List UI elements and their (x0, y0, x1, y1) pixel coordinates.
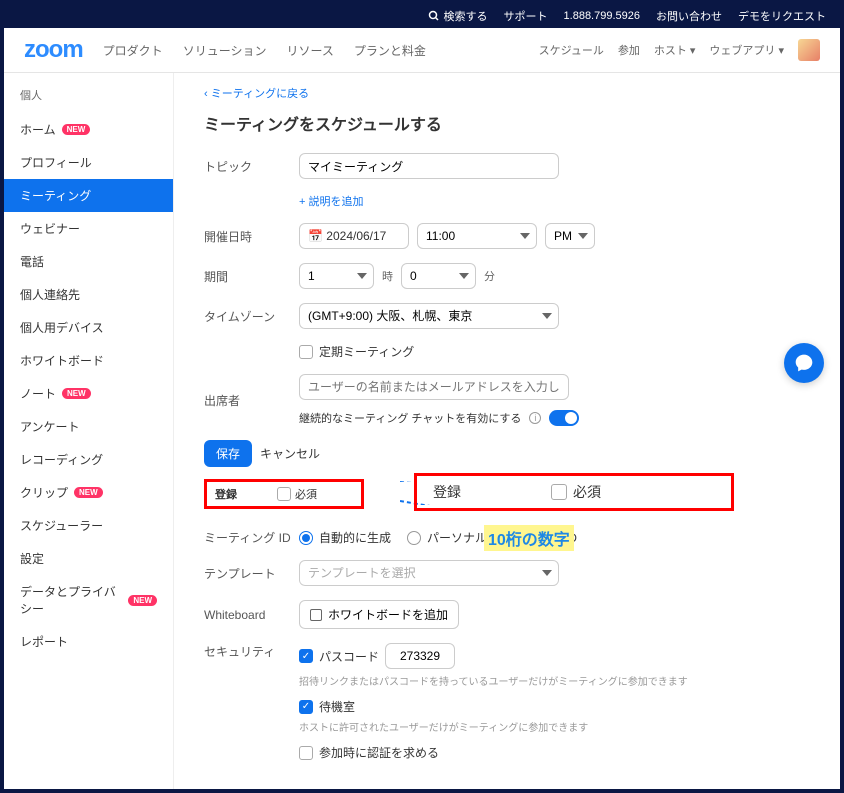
nav-solution[interactable]: ソリューション (183, 42, 267, 59)
nav-schedule[interactable]: スケジュール (539, 42, 604, 58)
nav-resource[interactable]: リソース (286, 42, 333, 59)
registration-box-large: 登録 必須 (414, 473, 734, 511)
whiteboard-icon (310, 609, 322, 621)
registration-box-small: 登録 必須 (204, 479, 364, 509)
nav-webapp[interactable]: ウェブアプリ ▾ (709, 42, 784, 58)
topic-input[interactable] (299, 153, 559, 179)
when-label: 開催日時 (204, 228, 299, 245)
annotation-digits: 10桁の数字 (484, 525, 574, 551)
meetingid-auto-radio[interactable] (299, 531, 313, 545)
passcode-input[interactable] (385, 643, 455, 669)
topbar-search-label: 検索する (444, 8, 488, 24)
topbar: 検索する サポート 1.888.799.5926 お問い合わせ デモをリクエスト (4, 4, 840, 28)
register-required-checkbox-large[interactable] (551, 484, 567, 500)
new-badge: NEW (62, 388, 91, 399)
calendar-icon: 📅 (308, 229, 323, 243)
sidebar-item-9[interactable]: アンケート (4, 410, 173, 443)
topbar-phone: 1.888.799.5926 (564, 10, 640, 22)
sidebar-item-0[interactable]: ホームNEW (4, 113, 173, 146)
sidebar-item-8[interactable]: ノートNEW (4, 377, 173, 410)
sidebar-item-13[interactable]: 設定 (4, 542, 173, 575)
sidebar-item-11[interactable]: クリップNEW (4, 476, 173, 509)
passcode-checkbox[interactable] (299, 649, 313, 663)
template-select[interactable]: テンプレートを選択 (299, 560, 559, 586)
chat-label: 継続的なミーティング チャットを有効にする (299, 410, 521, 426)
sidebar-item-6[interactable]: 個人用デバイス (4, 311, 173, 344)
new-badge: NEW (128, 595, 157, 606)
recurring-checkbox[interactable] (299, 345, 313, 359)
new-badge: NEW (74, 487, 103, 498)
nav-plan[interactable]: プランと料金 (354, 42, 426, 59)
nav-host[interactable]: ホスト ▾ (654, 42, 696, 58)
whiteboard-label: Whiteboard (204, 608, 299, 622)
attendees-input[interactable] (299, 374, 569, 400)
timezone-select[interactable]: (GMT+9:00) 大阪、札幌、東京 (299, 303, 559, 329)
main-content: ‹ ミーティングに戻る ミーティングをスケジュールする トピック + 説明を追加… (174, 73, 840, 789)
sidebar-item-4[interactable]: 電話 (4, 245, 173, 278)
time-select[interactable]: 11:00 (417, 223, 537, 249)
sidebar-item-10[interactable]: レコーディング (4, 443, 173, 476)
register-label-large: 登録 (433, 482, 461, 502)
sidebar: 個人 ホームNEWプロフィールミーティングウェビナー電話個人連絡先個人用デバイス… (4, 73, 174, 789)
sidebar-item-15[interactable]: レポート (4, 625, 173, 658)
duration-hours[interactable]: 1 (299, 263, 374, 289)
sidebar-section: 個人 (4, 83, 173, 107)
sidebar-item-1[interactable]: プロフィール (4, 146, 173, 179)
attendees-label: 出席者 (204, 392, 299, 409)
registration-highlight: 登録 必須 登録 必須 (204, 479, 810, 517)
duration-minutes[interactable]: 0 (401, 263, 476, 289)
help-chat-button[interactable] (784, 343, 824, 383)
meetingid-label: ミーティング ID (204, 529, 299, 546)
info-icon[interactable]: i (529, 412, 541, 424)
register-label-small: 登録 (215, 486, 237, 502)
sidebar-item-7[interactable]: ホワイトボード (4, 344, 173, 377)
cancel-button-top[interactable]: キャンセル (260, 445, 320, 462)
back-link[interactable]: ‹ ミーティングに戻る (204, 85, 810, 101)
topic-label: トピック (204, 158, 299, 175)
auth-checkbox[interactable] (299, 746, 313, 760)
topbar-search[interactable]: 検索する (428, 8, 488, 24)
duration-label: 期間 (204, 268, 299, 285)
topbar-support[interactable]: サポート (504, 8, 548, 24)
logo[interactable]: zoom (24, 36, 83, 64)
sidebar-item-14[interactable]: データとプライバシーNEW (4, 575, 173, 625)
passcode-help: 招待リンクまたはパスコードを持っているユーザーだけがミーティングに参加できます (299, 673, 810, 688)
nav-join[interactable]: 参加 (618, 42, 640, 58)
sidebar-item-5[interactable]: 個人連絡先 (4, 278, 173, 311)
topbar-contact[interactable]: お問い合わせ (656, 8, 722, 24)
meetingid-personal-radio[interactable] (407, 531, 421, 545)
nav-product[interactable]: プロダクト (103, 42, 163, 59)
search-icon (428, 10, 440, 22)
waitingroom-help: ホストに許可されたユーザーだけがミーティングに参加できます (299, 719, 810, 734)
template-label: テンプレート (204, 565, 299, 582)
add-whiteboard-button[interactable]: ホワイトボードを追加 (299, 600, 459, 629)
sidebar-item-3[interactable]: ウェビナー (4, 212, 173, 245)
chat-toggle[interactable] (549, 410, 579, 426)
add-description-link[interactable]: + 説明を追加 (299, 196, 363, 208)
video-label: ビデオ (204, 787, 299, 789)
video-host-label: ホスト (299, 788, 379, 790)
ampm-select[interactable]: PM (545, 223, 595, 249)
header: zoom プロダクト ソリューション リソース プランと料金 スケジュール 参加… (4, 28, 840, 73)
date-input[interactable]: 📅 2024/06/17 (299, 223, 409, 249)
avatar[interactable] (798, 39, 820, 61)
video-host-off[interactable] (439, 789, 453, 790)
topbar-demo[interactable]: デモをリクエスト (738, 8, 826, 24)
nav-right: スケジュール 参加 ホスト ▾ ウェブアプリ ▾ (539, 39, 820, 61)
page-title: ミーティングをスケジュールする (204, 111, 810, 135)
new-badge: NEW (62, 124, 91, 135)
waitingroom-checkbox[interactable] (299, 700, 313, 714)
sidebar-item-12[interactable]: スケジューラー (4, 509, 173, 542)
chat-icon (794, 353, 814, 373)
security-label: セキュリティ (204, 643, 299, 660)
timezone-label: タイムゾーン (204, 308, 299, 325)
nav-left: プロダクト ソリューション リソース プランと料金 (103, 42, 539, 59)
register-required-checkbox-small[interactable] (277, 487, 291, 501)
save-button-top[interactable]: 保存 (204, 440, 252, 467)
sidebar-item-2[interactable]: ミーティング (4, 179, 173, 212)
recurring-label: 定期ミーティング (319, 343, 414, 360)
video-host-on[interactable] (379, 789, 393, 790)
